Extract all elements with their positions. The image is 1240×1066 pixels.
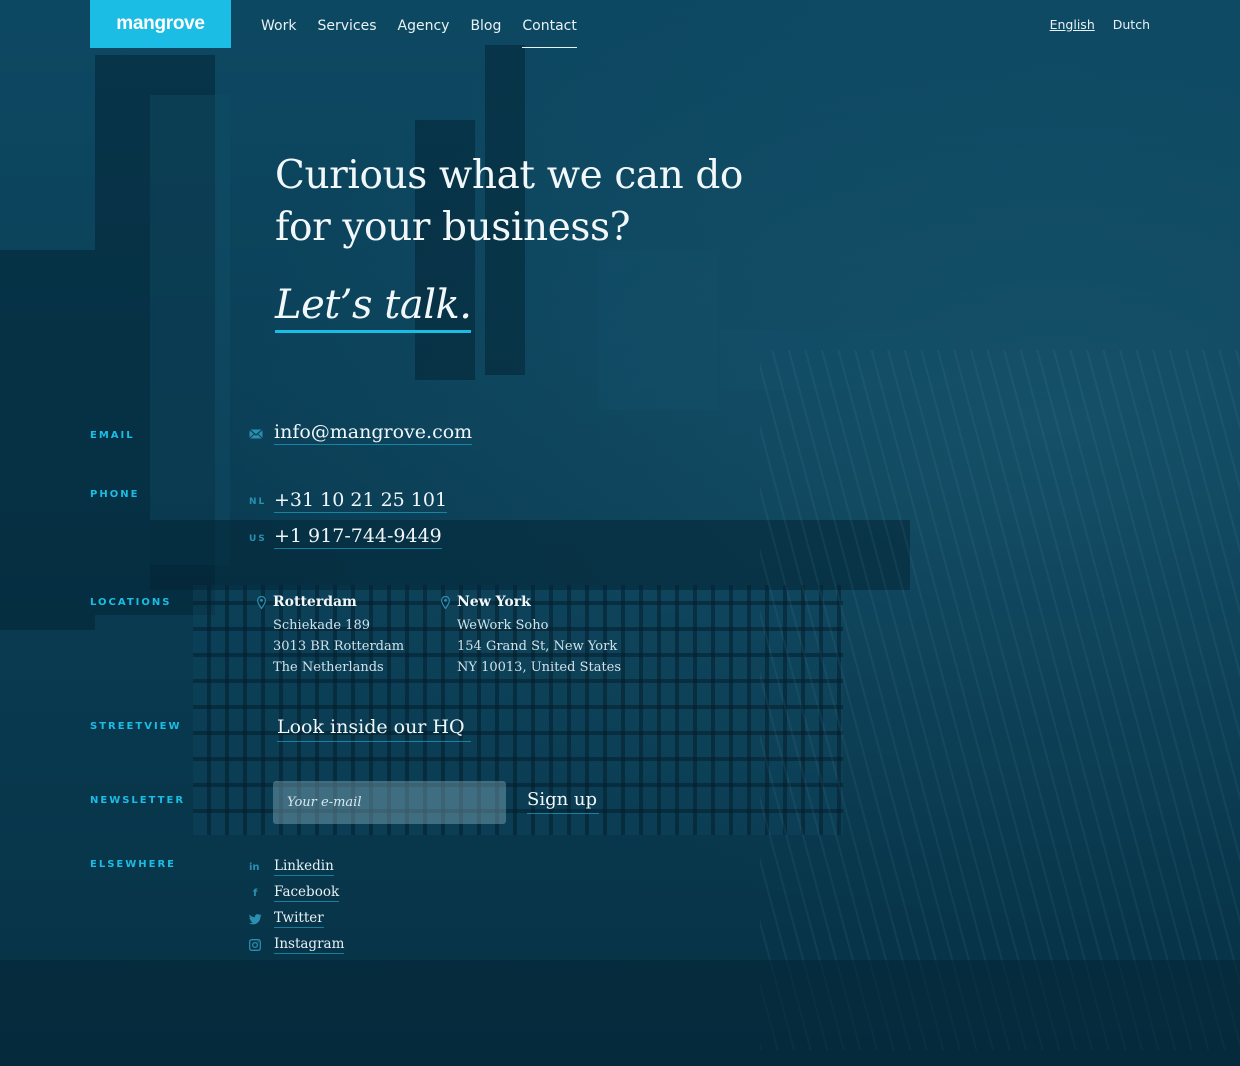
location-address-line: WeWork Soho bbox=[457, 618, 549, 633]
hero-heading-line-1: Curious what we can do bbox=[275, 153, 744, 198]
twitter-icon bbox=[249, 913, 274, 925]
social-link-facebook[interactable]: Facebook bbox=[274, 884, 340, 902]
nav-item-contact[interactable]: Contact bbox=[522, 18, 577, 48]
social-item-instagram: Instagram bbox=[249, 932, 345, 958]
nav-item-work[interactable]: Work bbox=[261, 18, 296, 48]
nav-item-agency[interactable]: Agency bbox=[398, 18, 450, 48]
location-city: Rotterdam bbox=[273, 594, 357, 610]
phone-link-nl[interactable]: +31 10 21 25 101 bbox=[274, 489, 448, 513]
language-english[interactable]: English bbox=[1050, 17, 1095, 32]
hero: Curious what we can do for your business… bbox=[275, 150, 795, 333]
hero-heading: Curious what we can do for your business… bbox=[275, 150, 795, 254]
social-links: in Linkedin f Facebook Twitter Instagram bbox=[249, 854, 345, 958]
location-rotterdam: Rotterdam Schiekade 189 3013 BR Rotterda… bbox=[257, 594, 405, 678]
envelope-icon bbox=[249, 429, 263, 439]
social-link-instagram[interactable]: Instagram bbox=[274, 936, 345, 954]
location-city: New York bbox=[457, 594, 531, 610]
mangrove-logo[interactable]: mangrove bbox=[90, 0, 231, 48]
streetview-hq-link[interactable]: Look inside our HQ bbox=[277, 716, 471, 742]
social-item-facebook: f Facebook bbox=[249, 880, 344, 906]
location-address-line: Schiekade 189 bbox=[273, 618, 370, 633]
social-link-twitter[interactable]: Twitter bbox=[274, 910, 324, 928]
linkedin-icon: in bbox=[249, 861, 260, 873]
streetview-label: STREETVIEW bbox=[90, 721, 182, 732]
map-pin-icon bbox=[441, 596, 450, 609]
phone-country-nl: NL bbox=[249, 497, 267, 507]
newsletter-label: NEWSLETTER bbox=[90, 795, 186, 806]
language-dutch[interactable]: Dutch bbox=[1113, 17, 1150, 32]
main-nav: Work Services Agency Blog Contact bbox=[261, 18, 577, 48]
elsewhere-label: ELSEWHERE bbox=[90, 859, 176, 870]
facebook-icon: f bbox=[253, 887, 258, 899]
email-link[interactable]: info@mangrove.com bbox=[274, 421, 473, 445]
location-new-york: New York WeWork Soho 154 Grand St, New Y… bbox=[441, 594, 622, 678]
location-address-line: 3013 BR Rotterdam bbox=[273, 639, 405, 654]
social-link-linkedin[interactable]: Linkedin bbox=[274, 858, 334, 876]
hero-tagline: Let’s talk. bbox=[275, 282, 472, 333]
phone-link-us[interactable]: +1 917-744-9449 bbox=[274, 525, 442, 549]
map-pin-icon bbox=[257, 596, 266, 609]
nav-item-services[interactable]: Services bbox=[317, 18, 376, 48]
newsletter-signup-button[interactable]: Sign up bbox=[527, 789, 600, 814]
email-label: EMAIL bbox=[90, 430, 135, 441]
social-item-twitter: Twitter bbox=[249, 906, 344, 932]
nav-item-blog[interactable]: Blog bbox=[470, 18, 501, 48]
language-switcher: English Dutch bbox=[1050, 17, 1150, 32]
social-item-linkedin: in Linkedin bbox=[249, 854, 344, 880]
location-address-line: 154 Grand St, New York bbox=[457, 639, 618, 654]
locations-label: LOCATIONS bbox=[90, 597, 172, 608]
location-address-line: NY 10013, United States bbox=[457, 660, 622, 675]
newsletter-email-input[interactable] bbox=[273, 781, 506, 824]
phone-label: PHONE bbox=[90, 489, 140, 500]
hero-heading-line-2: for your business? bbox=[275, 205, 631, 250]
phone-country-us: US bbox=[249, 534, 267, 544]
instagram-icon bbox=[249, 939, 274, 951]
location-address-line: The Netherlands bbox=[273, 660, 384, 675]
